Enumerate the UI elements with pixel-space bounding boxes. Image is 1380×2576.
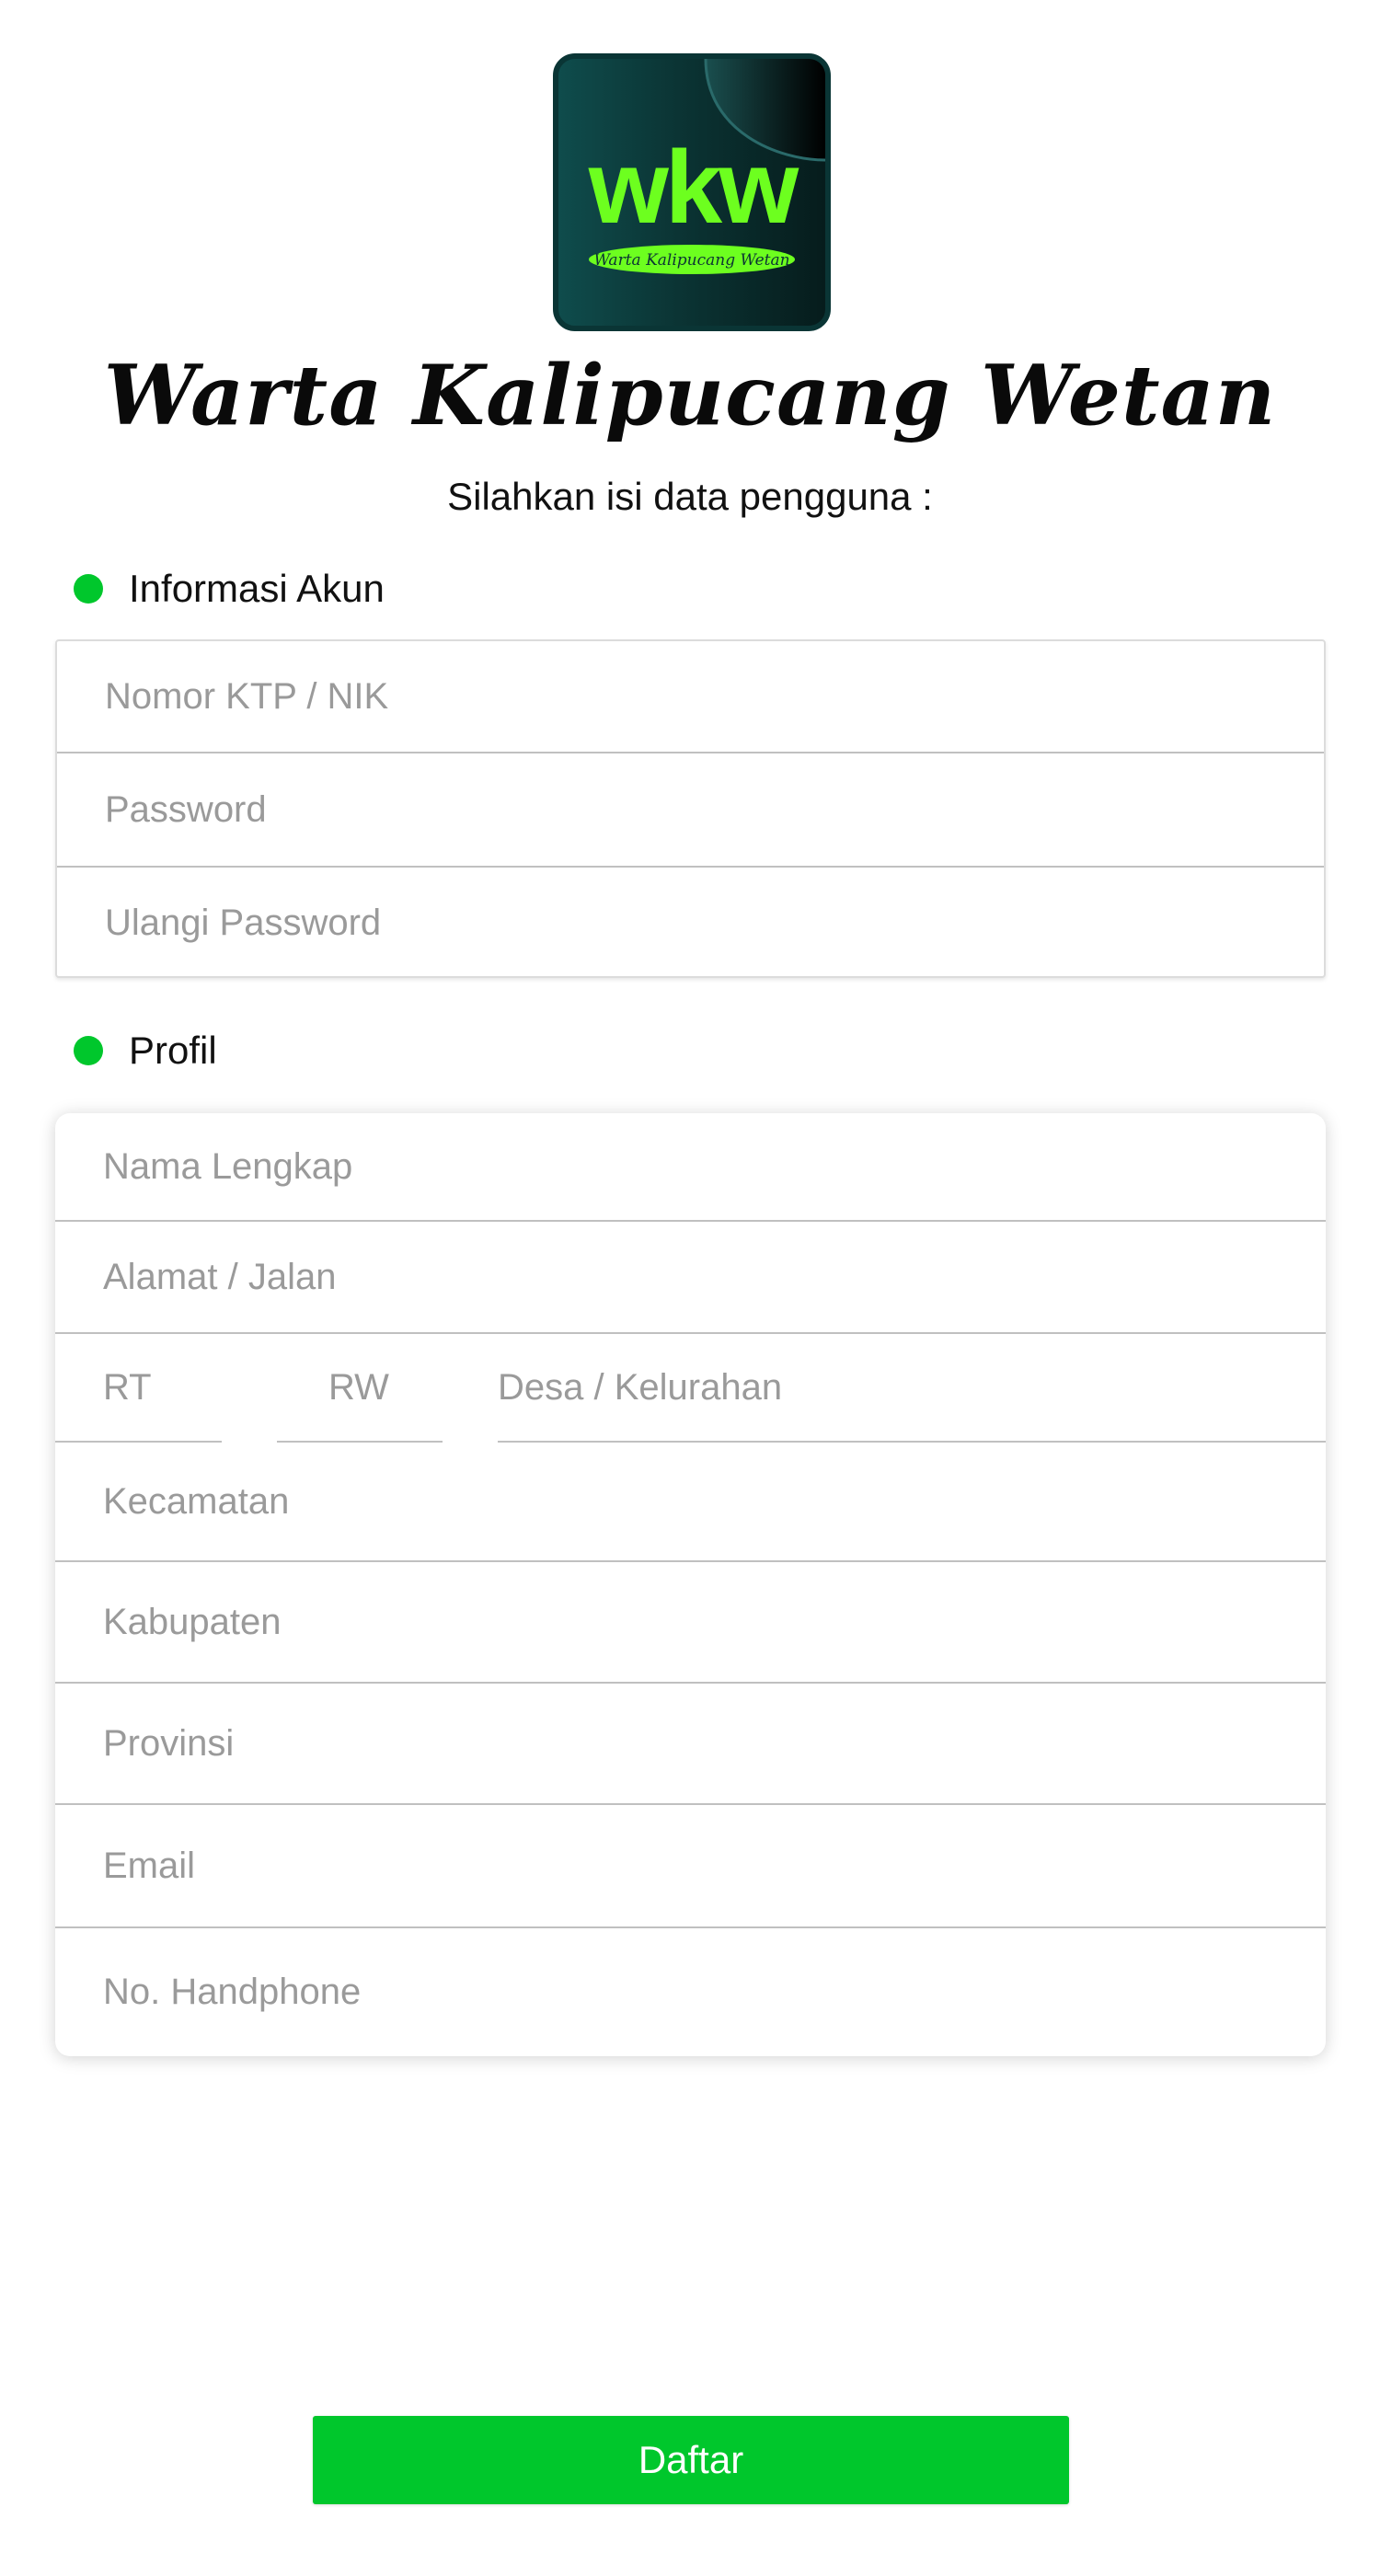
rt-input[interactable]	[103, 1334, 213, 1441]
app-title: Warta Kalipucang Wetan	[103, 347, 1277, 444]
bullet-dot-icon	[74, 574, 103, 604]
district-field-row	[55, 1443, 1326, 1562]
full-name-field-row	[55, 1113, 1326, 1222]
address-input[interactable]	[103, 1222, 1300, 1332]
village-input[interactable]	[498, 1334, 1326, 1441]
regency-field-row	[55, 1562, 1326, 1684]
password-confirm-input[interactable]	[105, 868, 1298, 978]
rt-field	[55, 1334, 222, 1443]
province-field-row	[55, 1684, 1326, 1805]
phone-field-row	[55, 1928, 1326, 2056]
logo-initials: wkw	[588, 130, 799, 245]
register-button[interactable]: Daftar	[313, 2416, 1069, 2504]
logo-tagline: Warta Kalipucang Wetan	[593, 251, 789, 270]
section-label-account: Informasi Akun	[129, 567, 385, 610]
email-field-row	[55, 1805, 1326, 1928]
section-header-profile: Profil	[74, 1023, 217, 1078]
section-label-profile: Profil	[129, 1029, 217, 1072]
nik-field-row	[57, 641, 1324, 753]
profile-card	[55, 1113, 1326, 2056]
rw-field	[277, 1334, 443, 1443]
section-header-account: Informasi Akun	[74, 561, 385, 616]
bullet-dot-icon	[74, 1036, 103, 1065]
form-instruction: Silahkan isi data pengguna :	[447, 475, 933, 518]
address-field-row	[55, 1222, 1326, 1334]
password-input[interactable]	[105, 753, 1298, 866]
district-input[interactable]	[103, 1443, 1300, 1560]
logo-graphic: wkw Warta Kalipucang Wetan	[588, 59, 825, 274]
rw-input[interactable]	[328, 1334, 439, 1441]
password-field-row	[57, 753, 1324, 868]
nik-input[interactable]	[105, 641, 1298, 752]
account-card	[55, 639, 1326, 978]
password-confirm-field-row	[57, 868, 1324, 978]
app-logo: wkw Warta Kalipucang Wetan	[553, 53, 831, 331]
province-input[interactable]	[103, 1684, 1300, 1803]
phone-input[interactable]	[103, 1928, 1300, 2056]
email-input[interactable]	[103, 1805, 1300, 1926]
regency-input[interactable]	[103, 1562, 1300, 1682]
full-name-input[interactable]	[103, 1113, 1300, 1220]
village-field	[498, 1334, 1326, 1443]
